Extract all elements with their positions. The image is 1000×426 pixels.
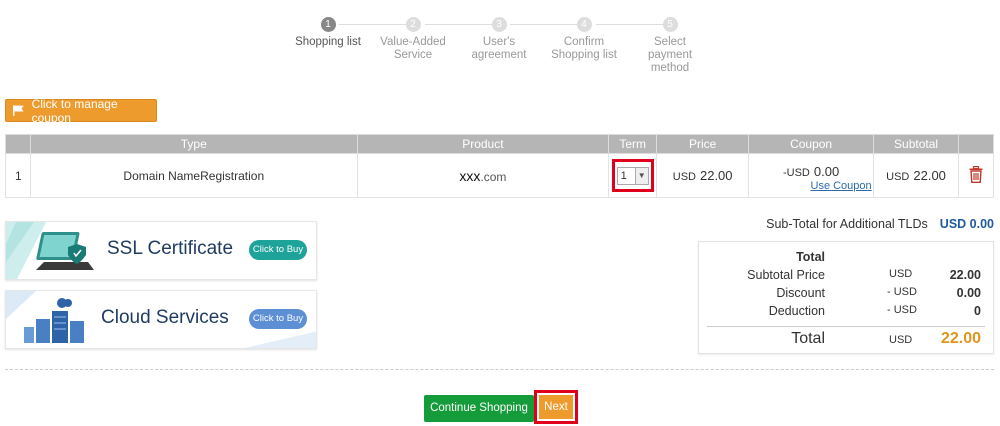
additional-tlds-subtotal: Sub-Total for Additional TLDs USD 0.00 bbox=[766, 217, 994, 231]
row-actions bbox=[958, 153, 994, 198]
totals-summary: Total Subtotal Price USD 22.00 Discount … bbox=[698, 241, 994, 354]
row-price: USD 22.00 bbox=[656, 153, 750, 198]
term-select[interactable]: 1 ▼ bbox=[616, 166, 649, 185]
table-header-row: Type Product Term Price Coupon Subtotal bbox=[5, 134, 994, 154]
use-coupon-link[interactable]: Use Coupon bbox=[809, 180, 873, 192]
subtotal-currency: USD bbox=[886, 171, 910, 183]
deduction-value: 0 bbox=[974, 304, 981, 318]
flag-icon bbox=[13, 105, 24, 116]
totals-heading: Total bbox=[796, 250, 825, 264]
row-type: Domain NameRegistration bbox=[29, 153, 358, 198]
step-label: Confirm Shopping list bbox=[551, 36, 617, 61]
order-table: Type Product Term Price Coupon Subtotal … bbox=[5, 134, 994, 198]
row-subtotal: USD 22.00 bbox=[873, 153, 960, 198]
cloud-click-to-buy-button[interactable]: Click to Buy bbox=[249, 309, 307, 329]
grand-total-label: Total bbox=[791, 330, 825, 347]
ssl-click-to-buy-button[interactable]: Click to Buy bbox=[249, 240, 307, 260]
product-domain-ext: .com bbox=[480, 169, 507, 184]
step-label: Shopping list bbox=[295, 36, 361, 48]
price-value: 22.00 bbox=[699, 168, 733, 183]
ssl-certificate-title: SSL Certificate bbox=[107, 238, 234, 259]
discount-value: 0.00 bbox=[956, 286, 981, 300]
checkout-steps: 1 Shopping list 2 Value-Added Service 3 … bbox=[288, 16, 712, 80]
discount-currency: - USD bbox=[887, 286, 917, 298]
deduction-label: Deduction bbox=[768, 304, 825, 318]
price-currency: USD bbox=[672, 171, 696, 183]
step-number: 2 bbox=[405, 17, 421, 32]
column-header-actions bbox=[958, 134, 994, 154]
step-users-agreement: 3 User's agreement bbox=[456, 16, 542, 62]
deduction-currency: - USD bbox=[887, 304, 917, 316]
step-confirm-shopping-list: 4 Confirm Shopping list bbox=[541, 16, 627, 62]
column-header-term: Term bbox=[608, 134, 658, 154]
column-header-price: Price bbox=[656, 134, 750, 154]
row-product: xxx.com bbox=[356, 153, 610, 198]
column-header-index bbox=[5, 134, 31, 154]
row-term: 1 ▼ bbox=[608, 153, 658, 198]
product-domain-name: xxx bbox=[459, 167, 481, 184]
step-select-payment-method: 5 Select payment method bbox=[627, 16, 713, 75]
additional-tlds-value: USD 0.00 bbox=[939, 217, 994, 231]
step-number: 4 bbox=[576, 17, 592, 32]
column-header-product: Product bbox=[356, 134, 610, 154]
step-label: Select payment method bbox=[647, 36, 693, 74]
manage-coupon-label: Click to manage coupon bbox=[31, 96, 118, 125]
subtotal-price-label: Subtotal Price bbox=[747, 268, 825, 282]
step-label: Value-Added Service bbox=[380, 36, 446, 61]
section-divider bbox=[5, 369, 994, 370]
subtotal-price-value: 22.00 bbox=[949, 268, 981, 282]
coupon-value: 0.00 bbox=[813, 163, 840, 179]
step-shopping-list: 1 Shopping list bbox=[285, 16, 371, 49]
column-header-type: Type bbox=[29, 134, 358, 154]
term-highlight: 1 ▼ bbox=[611, 159, 654, 192]
ssl-certificate-banner[interactable]: SSL Certificate Click to Buy bbox=[5, 221, 317, 280]
grand-total-value: 22.00 bbox=[940, 330, 981, 347]
step-value-added-service: 2 Value-Added Service bbox=[370, 16, 456, 62]
chevron-down-icon[interactable]: ▼ bbox=[634, 167, 648, 184]
next-button-highlight: Next bbox=[534, 390, 578, 424]
next-button[interactable]: Next bbox=[539, 395, 573, 419]
laptop-shield-icon bbox=[6, 222, 94, 279]
trash-icon[interactable] bbox=[969, 165, 983, 183]
column-header-coupon: Coupon bbox=[748, 134, 875, 154]
row-coupon: -USD 0.00 Use Coupon bbox=[748, 153, 875, 198]
coupon-currency: -USD bbox=[782, 166, 810, 179]
totals-divider bbox=[707, 326, 985, 327]
column-header-subtotal: Subtotal bbox=[873, 134, 960, 154]
step-number: 3 bbox=[491, 17, 507, 32]
additional-tlds-label: Sub-Total for Additional TLDs bbox=[766, 217, 928, 231]
cloud-services-title: Cloud Services bbox=[101, 307, 229, 328]
table-row: 1 Domain NameRegistration xxx.com 1 ▼ US… bbox=[5, 153, 994, 198]
discount-label: Discount bbox=[776, 286, 825, 300]
step-number: 1 bbox=[320, 17, 336, 32]
manage-coupon-button[interactable]: Click to manage coupon bbox=[5, 96, 157, 125]
subtotal-price-currency: USD bbox=[889, 268, 913, 280]
grand-total-currency: USD bbox=[889, 334, 913, 346]
term-value: 1 bbox=[620, 169, 627, 182]
subtotal-value: 22.00 bbox=[913, 168, 946, 183]
step-number: 5 bbox=[662, 17, 678, 32]
continue-shopping-button[interactable]: Continue Shopping bbox=[424, 395, 534, 422]
step-label: User's agreement bbox=[471, 36, 527, 61]
row-index: 1 bbox=[5, 153, 31, 198]
cloud-services-banner[interactable]: Cloud Services Click to Buy bbox=[5, 290, 317, 349]
